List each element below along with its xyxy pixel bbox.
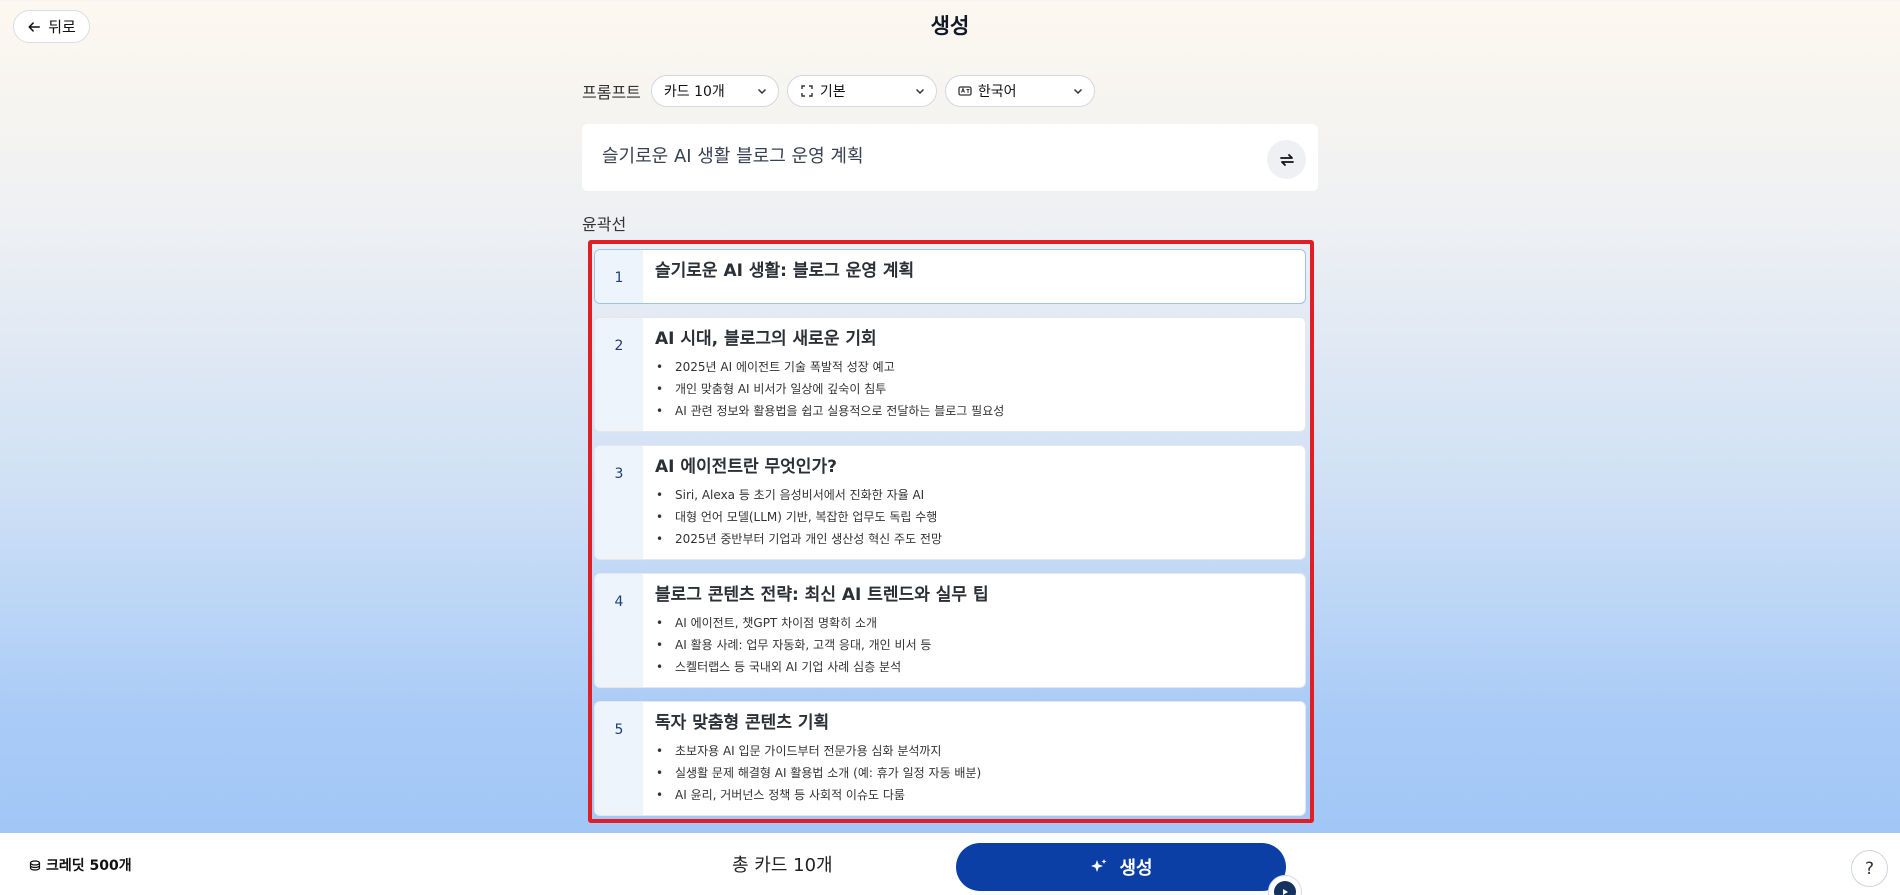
outline-card[interactable]: 2 AI 시대, 블로그의 새로운 기회 2025년 AI 에이전트 기술 폭발…: [594, 317, 1306, 432]
page-title: 생성: [930, 14, 970, 38]
card-title[interactable]: 독자 맞춤형 콘텐츠 기획: [655, 712, 1293, 734]
card-title[interactable]: AI 시대, 블로그의 새로운 기회: [655, 328, 1293, 350]
topic-input[interactable]: 슬기로운 AI 생활 블로그 운영 계획: [582, 124, 1318, 191]
topic-text: 슬기로운 AI 생활 블로그 운영 계획: [602, 146, 864, 167]
card-count-dropdown[interactable]: 카드 10개: [650, 75, 779, 107]
card-bullet[interactable]: AI 에이전트, 챗GPT 차이점 명확히 소개: [655, 612, 1293, 634]
card-bullet[interactable]: 실생활 문제 해결형 AI 활용법 소개 (예: 휴가 일정 자동 배분): [655, 762, 1293, 784]
generate-button[interactable]: 생성: [956, 843, 1286, 891]
prompt-label: 프롬프트: [582, 83, 641, 102]
generate-label: 생성: [1119, 858, 1153, 879]
outline-card-list: 1 슬기로운 AI 생활: 블로그 운영 계획 2 AI 시대, 블로그의 새로…: [594, 249, 1306, 829]
card-bullet[interactable]: AI 관련 정보와 활용법을 쉽고 실용적으로 전달하는 블로그 필요성: [655, 400, 1293, 422]
card-number: 5: [595, 702, 643, 815]
total-cards-label: 총 카드 10개: [732, 855, 833, 876]
play-icon: [1274, 881, 1296, 895]
coins-icon: [29, 859, 41, 871]
help-button[interactable]: ?: [1851, 850, 1888, 887]
card-title[interactable]: 블로그 콘텐츠 전략: 최신 AI 트렌드와 실무 팁: [655, 584, 1293, 606]
card-bullet[interactable]: Siri, Alexa 등 초기 음성비서에서 진화한 자율 AI: [655, 484, 1293, 506]
outline-card[interactable]: 4 블로그 콘텐츠 전략: 최신 AI 트렌드와 실무 팁 AI 에이전트, 챗…: [594, 573, 1306, 688]
card-bullet-list: AI 에이전트, 챗GPT 차이점 명확히 소개 AI 활용 사례: 업무 자동…: [655, 612, 1293, 678]
chevron-down-icon: [1073, 88, 1082, 95]
card-bullet[interactable]: AI 윤리, 거버넌스 정책 등 사회적 이슈도 다룸: [655, 784, 1293, 806]
chevron-down-icon: [757, 88, 766, 95]
card-bullet[interactable]: 대형 언어 모델(LLM) 기반, 복잡한 업무도 독립 수행: [655, 506, 1293, 528]
outline-label: 윤곽선: [582, 215, 627, 234]
bottom-action-bar: 크레딧 500개 총 카드 10개 생성 ?: [0, 833, 1900, 895]
style-value: 기본: [819, 84, 846, 100]
card-bullet[interactable]: AI 활용 사례: 업무 자동화, 고객 응대, 개인 비서 등: [655, 634, 1293, 656]
credits-label: 크레딧 500개: [46, 858, 132, 874]
card-title[interactable]: AI 에이전트란 무엇인가?: [655, 456, 1293, 478]
outline-card[interactable]: 1 슬기로운 AI 생활: 블로그 운영 계획: [594, 249, 1306, 304]
card-bullet[interactable]: 2025년 AI 에이전트 기술 폭발적 성장 예고: [655, 356, 1293, 378]
card-bullet[interactable]: 스켈터랩스 등 국내외 AI 기업 사례 심층 분석: [655, 656, 1293, 678]
card-bullet[interactable]: 개인 맞춤형 AI 비서가 일상에 깊숙이 침투: [655, 378, 1293, 400]
outline-card[interactable]: 3 AI 에이전트란 무엇인가? Siri, Alexa 등 초기 음성비서에서…: [594, 445, 1306, 560]
sparkle-icon: [1091, 859, 1107, 872]
card-bullet[interactable]: 초보자용 AI 입문 가이드부터 전문가용 심화 분석까지: [655, 740, 1293, 762]
language-icon: [958, 86, 972, 96]
main-panel: 프롬프트 카드 10개 기본 한국어 슬기로운 AI 생활 블로그 운영 계획 …: [582, 75, 1318, 235]
card-number: 3: [595, 446, 643, 559]
card-bullet[interactable]: 2025년 중반부터 기업과 개인 생산성 혁신 주도 전망: [655, 528, 1293, 550]
expand-frame-icon: [801, 85, 813, 97]
card-count-value: 카드 10개: [663, 84, 725, 100]
credits-indicator[interactable]: 크레딧 500개: [28, 855, 132, 875]
regenerate-button[interactable]: [1267, 140, 1306, 179]
refresh-icon: [1279, 153, 1294, 166]
card-title[interactable]: 슬기로운 AI 생활: 블로그 운영 계획: [655, 260, 1293, 282]
language-value: 한국어: [977, 84, 1017, 100]
card-number: 1: [595, 250, 643, 303]
chevron-down-icon: [915, 88, 924, 95]
card-bullet-list: 2025년 AI 에이전트 기술 폭발적 성장 예고 개인 맞춤형 AI 비서가…: [655, 356, 1293, 422]
card-number: 4: [595, 574, 643, 687]
card-bullet-list: Siri, Alexa 등 초기 음성비서에서 진화한 자율 AI 대형 언어 …: [655, 484, 1293, 550]
outline-card[interactable]: 5 독자 맞춤형 콘텐츠 기획 초보자용 AI 입문 가이드부터 전문가용 심화…: [594, 701, 1306, 816]
prompt-settings-row: 프롬프트 카드 10개 기본 한국어: [582, 75, 1318, 107]
language-dropdown[interactable]: 한국어: [944, 75, 1095, 107]
style-dropdown[interactable]: 기본: [786, 75, 937, 107]
card-bullet-list: 초보자용 AI 입문 가이드부터 전문가용 심화 분석까지 실생활 문제 해결형…: [655, 740, 1293, 806]
card-number: 2: [595, 318, 643, 431]
